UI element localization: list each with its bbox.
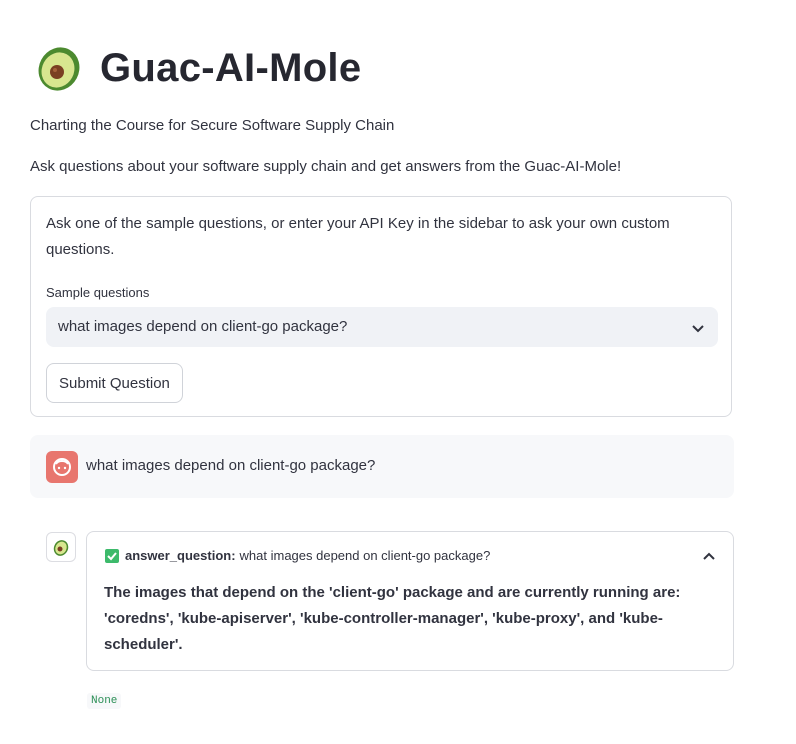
form-instructions: Ask one of the sample questions, or ente… (46, 215, 670, 258)
submit-question-button[interactable]: Submit Question (46, 363, 183, 403)
avocado-icon (36, 44, 82, 92)
select-label: Sample questions (46, 285, 150, 300)
user-avatar-icon (46, 451, 78, 483)
page-title: Guac-AI-Mole (100, 45, 362, 90)
assistant-avatar-icon (46, 532, 76, 562)
user-chat-message: what images depend on client-go package? (30, 435, 734, 498)
sample-questions-select[interactable]: what images depend on client-go package? (46, 307, 718, 347)
app-header: Guac-AI-Mole (36, 44, 361, 92)
select-value: what images depend on client-go package? (58, 318, 348, 335)
intro-text: Ask questions about your software supply… (30, 158, 622, 175)
answer-text: The images that depend on the 'client-go… (104, 584, 681, 653)
tool-name: answer_question: (125, 548, 236, 563)
tool-input: what images depend on client-go package? (239, 548, 491, 563)
result-badge: None (87, 693, 122, 709)
expander-header[interactable]: answer_question: what images depend on c… (105, 548, 490, 563)
question-form: Ask one of the sample questions, or ente… (30, 196, 732, 417)
chevron-up-icon[interactable] (703, 548, 715, 566)
subtitle-text: Charting the Course for Secure Software … (30, 117, 395, 134)
check-icon (105, 548, 119, 563)
user-message-text: what images depend on client-go package? (86, 457, 376, 474)
chevron-down-icon[interactable] (692, 321, 704, 339)
tool-call-expander: answer_question: what images depend on c… (86, 531, 734, 671)
